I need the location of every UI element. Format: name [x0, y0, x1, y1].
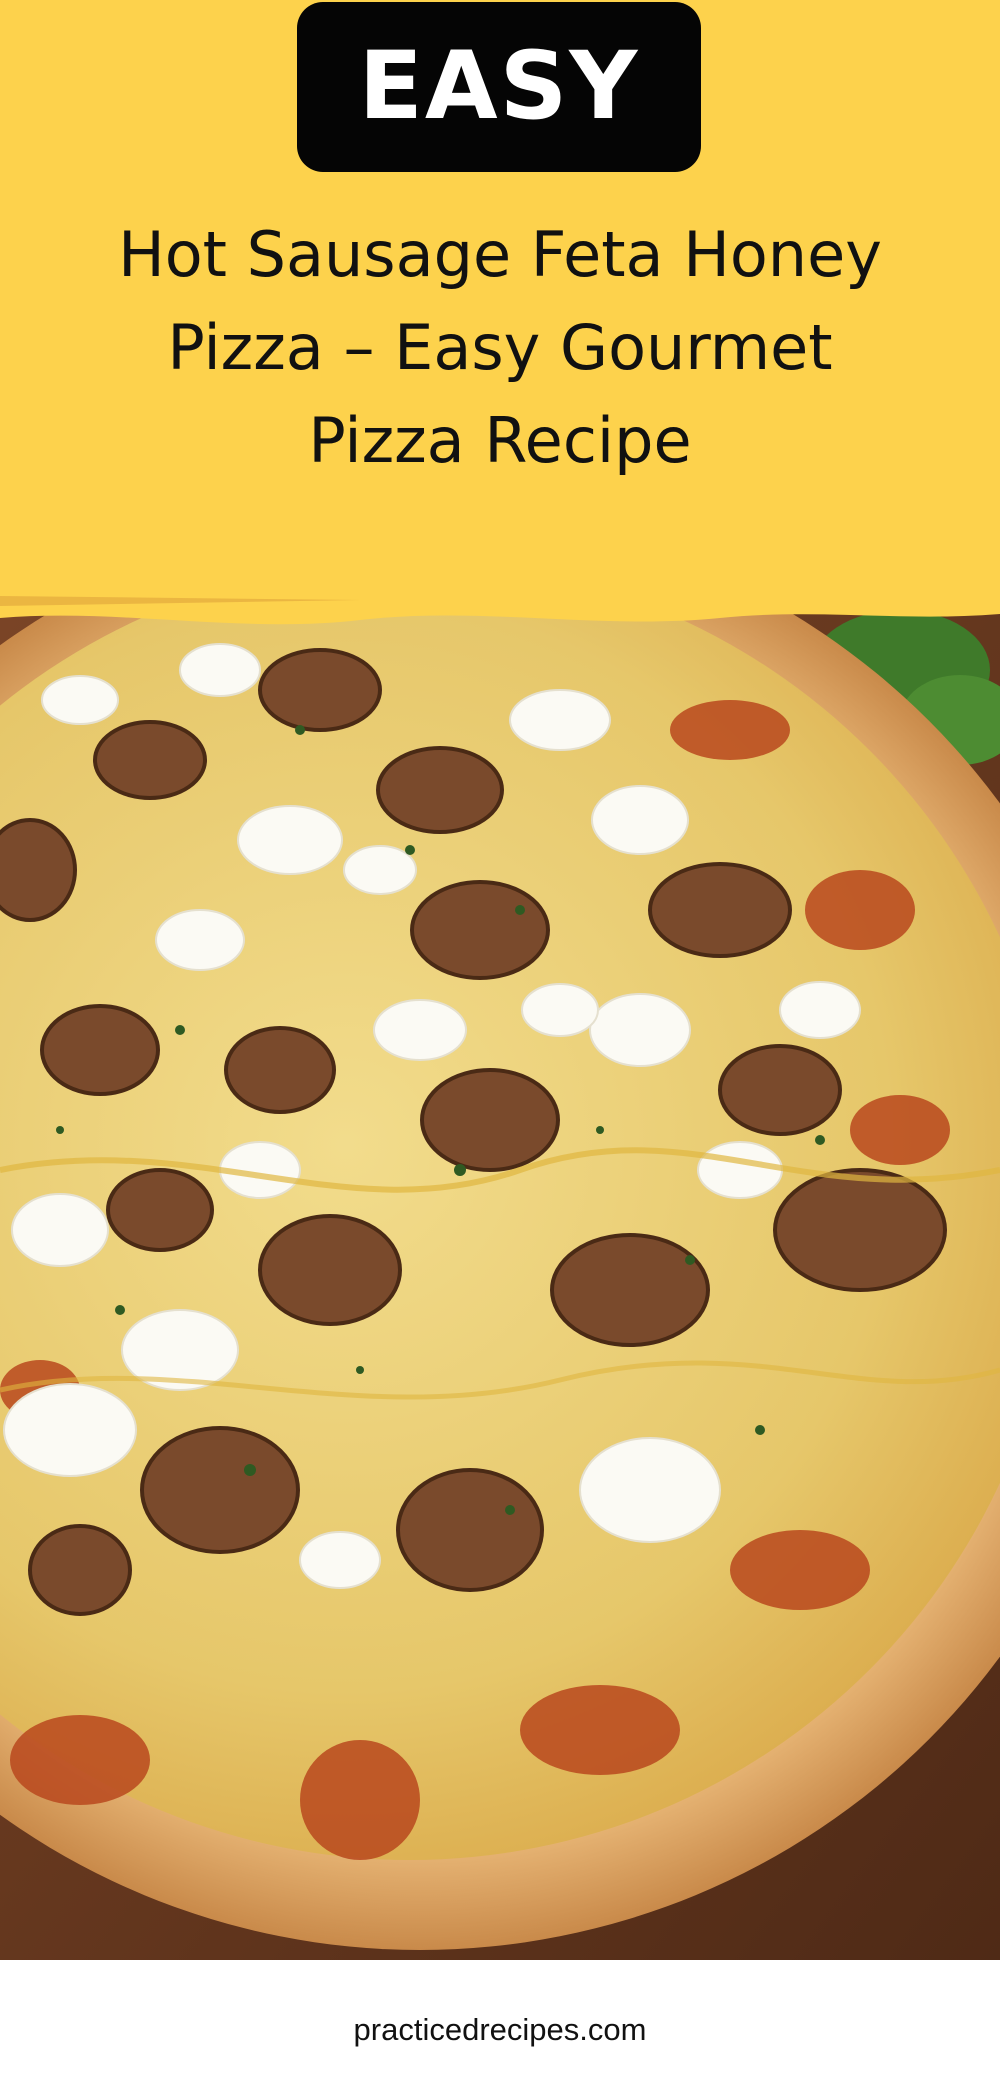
recipe-title-line-1: Hot Sausage Feta Honey: [118, 218, 882, 291]
recipe-title-line-3: Pizza Recipe: [308, 404, 692, 477]
difficulty-badge: EASY: [297, 2, 701, 172]
site-url[interactable]: practicedrecipes.com: [354, 2012, 647, 2048]
brush-edge: [0, 578, 1000, 625]
recipe-title-line-2: Pizza – Easy Gourmet: [167, 311, 833, 384]
footer: practicedrecipes.com: [0, 1960, 1000, 2100]
pizza-illustration: [0, 610, 1000, 1960]
difficulty-badge-label: EASY: [358, 32, 640, 141]
recipe-title: Hot Sausage Feta Honey Pizza – Easy Gour…: [0, 208, 1000, 487]
pizza-photo: [0, 610, 1000, 1960]
header-banner: EASY Hot Sausage Feta Honey Pizza – Easy…: [0, 0, 1000, 600]
